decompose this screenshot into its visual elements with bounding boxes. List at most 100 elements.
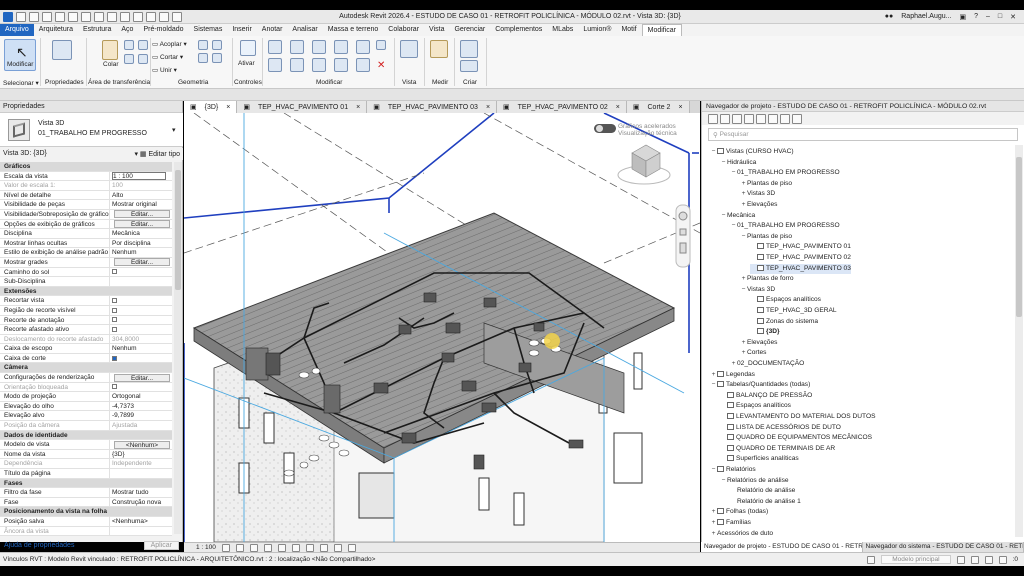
browser-node[interactable]: Superfícies analíticas	[720, 454, 799, 464]
property-value[interactable]: Editar...	[110, 258, 172, 267]
browser-node[interactable]: LEVANTAMENTO DO MATERIAL DOS DUTOS	[720, 412, 875, 422]
property-value[interactable]: Ortogonal	[110, 392, 172, 401]
browser-node[interactable]: Espaços analíticos	[750, 295, 821, 305]
expand-node-icon[interactable]: +	[710, 529, 717, 539]
property-value-text[interactable]: Nenhum	[112, 344, 172, 353]
render-icon[interactable]	[277, 543, 286, 552]
view-icon[interactable]	[400, 40, 418, 58]
lock-view-icon[interactable]	[319, 543, 328, 552]
menu-tab-0[interactable]: Arquivo	[0, 24, 34, 36]
property-section[interactable]: Dados de identidade	[0, 430, 172, 441]
property-value[interactable]	[110, 268, 172, 277]
property-value-text[interactable]: Por disciplina	[112, 239, 172, 248]
property-checkbox[interactable]	[112, 355, 117, 361]
text-icon[interactable]	[107, 11, 117, 22]
browser-node[interactable]: TEP_HVAC_PAVIMENTO 01	[750, 242, 851, 252]
browser-node[interactable]: − Vistas (CURSO HVAC)	[710, 147, 794, 157]
property-checkbox[interactable]	[112, 326, 117, 332]
property-section[interactable]: Câmera	[0, 363, 172, 374]
browser-node[interactable]: + Legendas	[710, 370, 755, 380]
property-value[interactable]: Editar...	[110, 373, 172, 382]
user-icon[interactable]: ●●	[885, 13, 893, 20]
view-tab[interactable]: ▣ TEP_HVAC_PAVIMENTO 03 ×	[367, 101, 498, 113]
property-value-text[interactable]: Alto	[112, 191, 172, 200]
browser-node[interactable]: − Vistas 3D	[740, 285, 776, 295]
property-value[interactable]: <Nenhum>	[110, 440, 172, 449]
close-hidden-icon[interactable]	[159, 11, 169, 22]
menu-tab-14[interactable]: MLabs	[547, 24, 578, 36]
property-value[interactable]	[110, 469, 172, 478]
property-value-text[interactable]: Mecânica	[112, 229, 172, 238]
menu-tab-11[interactable]: Vista	[424, 24, 449, 36]
property-value-text[interactable]: -4,7373	[112, 402, 172, 411]
select-links-icon[interactable]	[956, 555, 965, 564]
browser-node[interactable]: − Relatórios de análise	[720, 476, 789, 486]
browser-node[interactable]: TEP_HVAC_PAVIMENTO 03	[750, 263, 851, 274]
property-edit-button[interactable]: Editar...	[114, 373, 170, 382]
undo-icon[interactable]	[55, 11, 65, 22]
view-tab[interactable]: ▣ Corte 2 ×	[626, 101, 690, 113]
print-icon[interactable]	[81, 11, 91, 22]
browser-node[interactable]: QUADRO DE EQUIPAMENTOS MECÂNICOS	[720, 433, 872, 443]
menu-tab-4[interactable]: Pré-moldado	[138, 24, 188, 36]
expand-node-icon[interactable]: +	[740, 179, 747, 189]
menu-tab-15[interactable]: Lumion®	[578, 24, 616, 36]
type-selector[interactable]: Vista 3D 01_TRABALHO EM PROGRESSO ▾	[0, 113, 183, 147]
schedule-icon[interactable]	[780, 114, 790, 124]
move-icon[interactable]	[268, 58, 282, 72]
redo-icon[interactable]	[68, 11, 78, 22]
offset-icon[interactable]	[290, 40, 304, 54]
property-edit-button[interactable]: Editar...	[114, 258, 170, 267]
expand-node-icon[interactable]: +	[740, 200, 747, 210]
open-icon[interactable]	[16, 11, 26, 22]
minimize-icon[interactable]: –	[986, 13, 990, 20]
expand-node-icon[interactable]: +	[710, 370, 717, 380]
filter-icon[interactable]	[720, 114, 730, 124]
browser-node[interactable]: − Relatórios	[710, 465, 756, 475]
view-tab[interactable]: ▣ {3D} ×	[184, 101, 238, 113]
browser-node[interactable]: BALANÇO DE PRESSÃO	[720, 391, 812, 401]
menu-tab-3[interactable]: Aço	[116, 24, 138, 36]
property-value[interactable]: Nenhum	[110, 344, 172, 353]
cut-geometry-button[interactable]: ▭ Cortar ▾	[152, 53, 183, 61]
menu-tab-12[interactable]: Gerenciar	[449, 24, 490, 36]
align-icon[interactable]	[268, 40, 282, 54]
panel-select-label[interactable]: Selecionar ▾	[3, 79, 39, 87]
browser-scrollbar[interactable]	[1015, 145, 1023, 537]
close-icon[interactable]: ✕	[1010, 13, 1016, 21]
join-button[interactable]: ▭ Unir ▾	[152, 66, 177, 74]
detail-level-icon[interactable]	[221, 543, 230, 552]
edit-type-button[interactable]: ▾ ▦ Editar tipo	[134, 150, 180, 158]
close-tab-icon[interactable]: ×	[356, 104, 360, 111]
copy-element-icon[interactable]	[290, 58, 304, 72]
menu-tab-1[interactable]: Arquitetura	[34, 24, 78, 36]
property-value[interactable]	[110, 354, 172, 363]
browser-node[interactable]: Zonas do sistema	[750, 317, 818, 327]
instance-filter[interactable]: Vista 3D: {3D} ▾ ▦ Editar tipo	[0, 148, 183, 160]
modify-button[interactable]: ↖ Modificar	[4, 39, 36, 71]
property-value[interactable]: Por disciplina	[110, 239, 172, 248]
collapse-node-icon[interactable]: −	[710, 380, 717, 390]
browser-node[interactable]: + Elevações	[740, 338, 778, 348]
browser-node[interactable]: Relatório de análise	[730, 486, 795, 496]
property-value-text[interactable]: Mostrar tudo	[112, 488, 172, 497]
menu-tab-7[interactable]: Anotar	[257, 24, 288, 36]
menu-tab-9[interactable]: Massa e terreno	[323, 24, 384, 36]
crop-view-icon[interactable]	[291, 543, 300, 552]
collapse-node-icon[interactable]: −	[720, 211, 727, 221]
select-pinned-icon[interactable]	[970, 555, 979, 564]
property-edit-button[interactable]: Editar...	[114, 220, 170, 229]
menu-tab-2[interactable]: Estrutura	[78, 24, 116, 36]
close-tab-icon[interactable]: ×	[486, 104, 490, 111]
expand-node-icon[interactable]: +	[710, 507, 717, 517]
chevron-down-icon[interactable]: ▾	[172, 126, 176, 134]
expand-node-icon[interactable]: +	[740, 348, 747, 358]
property-value[interactable]	[110, 325, 172, 334]
view-selector[interactable]: Vista 3D: {3D}	[3, 150, 47, 158]
browser-node[interactable]: − Mecânica	[720, 211, 756, 221]
property-checkbox[interactable]	[112, 298, 117, 304]
save-icon[interactable]	[29, 11, 39, 22]
create-assembly-icon[interactable]	[460, 40, 478, 58]
browser-node[interactable]: + Plantas de forro	[740, 274, 794, 284]
property-value[interactable]: {3D}	[110, 450, 172, 459]
